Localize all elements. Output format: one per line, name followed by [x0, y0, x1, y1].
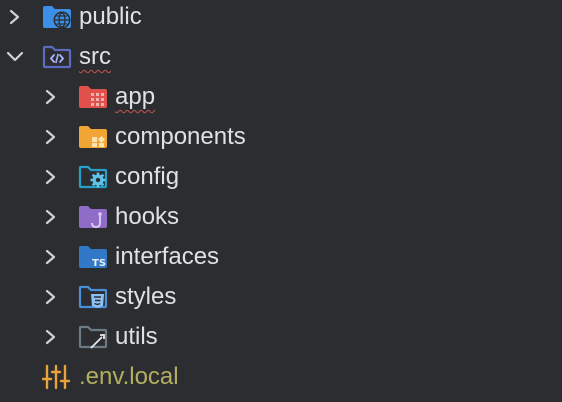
folder-hooks-icon [78, 204, 108, 230]
chevron-right-icon[interactable] [41, 167, 61, 187]
tree-item-label: public [79, 3, 142, 30]
chevron-right-icon[interactable] [41, 247, 61, 267]
tree-item-utils[interactable]: utils [0, 317, 562, 357]
chevron-right-icon[interactable] [41, 87, 61, 107]
folder-typescript-icon: TS [78, 244, 108, 270]
tree-item-env-local[interactable]: .env.local [0, 357, 562, 397]
tree-item-hooks[interactable]: hooks [0, 197, 562, 237]
folder-config-icon [78, 164, 108, 190]
svg-text:TS: TS [92, 258, 106, 269]
tree-item-label: config [115, 163, 180, 190]
tree-item-styles[interactable]: styles [0, 277, 562, 317]
tree-item-config[interactable]: config [0, 157, 562, 197]
folder-css-icon [78, 284, 108, 310]
tree-item-label: src [79, 43, 111, 70]
tree-item-label: components [115, 123, 246, 150]
env-settings-icon [41, 364, 72, 390]
tree-item-label: .env.local [79, 363, 179, 390]
tree-item-label: app [115, 83, 156, 110]
chevron-right-icon[interactable] [41, 127, 61, 147]
folder-source-icon [42, 44, 72, 70]
chevron-right-icon[interactable] [41, 327, 61, 347]
folder-app-icon [78, 84, 108, 110]
tree-item-label: interfaces [115, 243, 220, 270]
project-file-tree: public src app components config hooks T… [0, 0, 562, 402]
tree-item-components[interactable]: components [0, 117, 562, 157]
chevron-down-icon[interactable] [5, 47, 25, 67]
tree-item-label: hooks [115, 203, 180, 230]
tree-item-public[interactable]: public [0, 0, 562, 37]
tree-item-app[interactable]: app [0, 77, 562, 117]
tree-item-interfaces[interactable]: TS interfaces [0, 237, 562, 277]
folder-utils-icon [78, 324, 108, 350]
folder-web-icon [42, 4, 72, 30]
chevron-right-icon[interactable] [5, 7, 25, 27]
tree-item-label: utils [115, 323, 158, 350]
tree-item-src[interactable]: src [0, 37, 562, 77]
chevron-right-icon[interactable] [41, 207, 61, 227]
folder-components-icon [78, 124, 108, 150]
tree-item-label: styles [115, 283, 177, 310]
chevron-right-icon[interactable] [41, 287, 61, 307]
